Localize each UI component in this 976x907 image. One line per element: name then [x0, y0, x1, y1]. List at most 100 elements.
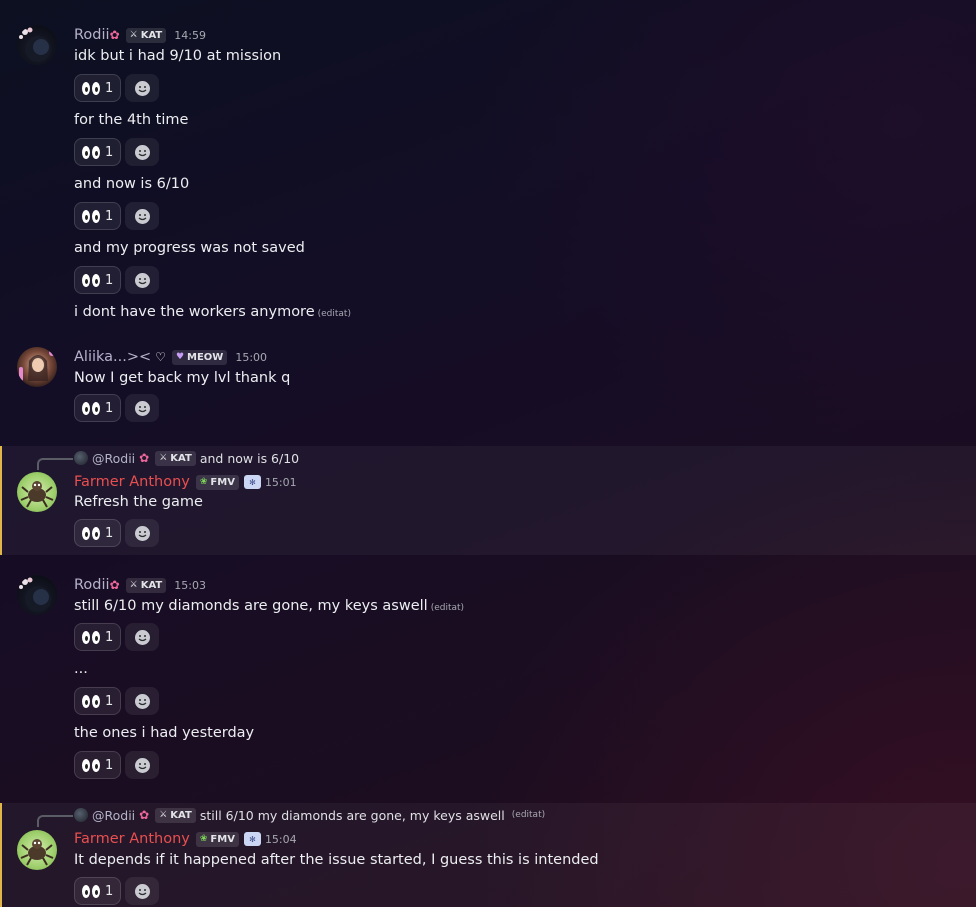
message-content: and now is 6/10 [74, 176, 190, 192]
message-text: and now is 6/10 [74, 176, 189, 192]
reaction-eyes[interactable]: 1 [74, 266, 122, 294]
message-header: Farmer Anthony ❀ FMV ✻ 15:01 [74, 472, 297, 492]
reaction-eyes[interactable]: 1 [74, 751, 122, 779]
reaction-eyes[interactable]: 1 [74, 877, 122, 905]
message-header: Aliika...>< ♡ ♥ MEOW 15:00 [74, 347, 267, 367]
add-reaction-icon [134, 144, 150, 160]
reaction-count: 1 [105, 80, 114, 96]
guild-tag: ⚔ KAT [155, 807, 196, 823]
message-text: ... [74, 661, 88, 677]
add-reaction-icon [134, 757, 150, 773]
add-reaction-icon [134, 208, 150, 224]
add-reaction-button[interactable] [125, 519, 160, 547]
reaction-eyes[interactable]: 1 [74, 74, 122, 102]
message-content: and my progress was not saved [74, 240, 305, 256]
message-text: still 6/10 my diamonds are gone, my keys… [74, 598, 464, 614]
guild-tag[interactable]: ⚔ KAT [125, 27, 167, 43]
message-header: Rodii ✿ ⚔ KAT 15:03 [74, 575, 206, 595]
username[interactable]: Aliika...>< [74, 349, 151, 365]
username[interactable]: Rodii [74, 27, 110, 43]
eyes-emoji-icon [82, 81, 100, 95]
eyes-emoji-icon [82, 145, 100, 159]
reaction-eyes[interactable]: 1 [74, 394, 122, 422]
reply-preview[interactable]: @Rodii ✿ ⚔ KAT and now is 6/10 [74, 449, 299, 467]
username[interactable]: Rodii [74, 577, 110, 593]
reaction-count: 1 [105, 272, 114, 288]
message-content: idk but i had 9/10 at mission [74, 48, 282, 64]
reaction-bar: 1 [74, 138, 160, 166]
eyes-emoji-icon [82, 526, 100, 540]
role-badge-icon: ✻ [243, 832, 261, 846]
reply-mention[interactable]: @Rodii [92, 808, 135, 823]
reply-avatar [74, 451, 88, 465]
message-group-highlighted: @Rodii ✿ ⚔ KAT still 6/10 my diamonds are… [0, 803, 976, 907]
username[interactable]: Farmer Anthony [74, 474, 190, 490]
reaction-count: 1 [105, 525, 114, 541]
edited-label: (editat) [511, 810, 546, 820]
eyes-emoji-icon [82, 630, 100, 644]
add-reaction-icon [134, 883, 150, 899]
leaf-icon: ❀ [199, 477, 208, 487]
flower-icon: ✿ [109, 28, 120, 42]
reaction-eyes[interactable]: 1 [74, 519, 122, 547]
timestamp[interactable]: 15:03 [174, 579, 206, 592]
reply-spine [37, 458, 73, 470]
add-reaction-icon [134, 629, 150, 645]
reaction-bar: 1 [74, 519, 160, 547]
add-reaction-button[interactable] [125, 623, 160, 651]
role-badge-icon: ✻ [243, 475, 261, 489]
sword-icon: ⚔ [129, 580, 138, 590]
reaction-count: 1 [105, 208, 114, 224]
reaction-bar: 1 [74, 394, 160, 422]
timestamp[interactable]: 15:01 [265, 476, 297, 489]
add-reaction-button[interactable] [125, 687, 160, 715]
timestamp[interactable]: 14:59 [174, 29, 206, 42]
reaction-eyes[interactable]: 1 [74, 202, 122, 230]
user-avatar[interactable] [17, 575, 57, 615]
edited-label: (editat) [430, 603, 465, 613]
add-reaction-button[interactable] [125, 74, 160, 102]
message-content: for the 4th time [74, 112, 189, 128]
message-header: Farmer Anthony ❀ FMV ✻ 15:04 [74, 829, 297, 849]
guild-tag[interactable]: ♥ MEOW [171, 349, 228, 365]
eyes-emoji-icon [82, 884, 100, 898]
reaction-bar: 1 [74, 751, 160, 779]
add-reaction-button[interactable] [125, 877, 160, 905]
message-content: Refresh the game [74, 494, 203, 510]
reply-mention[interactable]: @Rodii [92, 451, 135, 466]
add-reaction-button[interactable] [125, 266, 160, 294]
add-reaction-icon [134, 400, 150, 416]
eyes-emoji-icon [82, 273, 100, 287]
user-avatar[interactable] [17, 25, 57, 65]
user-avatar[interactable] [17, 347, 57, 387]
reaction-eyes[interactable]: 1 [74, 687, 122, 715]
username[interactable]: Farmer Anthony [74, 831, 190, 847]
guild-tag-label: FMV [210, 476, 235, 488]
reaction-bar: 1 [74, 74, 160, 102]
user-avatar[interactable] [17, 472, 57, 512]
add-reaction-button[interactable] [125, 138, 160, 166]
timestamp[interactable]: 15:04 [265, 833, 297, 846]
eyes-emoji-icon [82, 209, 100, 223]
guild-tag[interactable]: ⚔ KAT [125, 577, 167, 593]
message-content: It depends if it happened after the issu… [74, 852, 599, 868]
add-reaction-button[interactable] [125, 394, 160, 422]
guild-tag[interactable]: ❀ FMV [195, 831, 239, 847]
reaction-count: 1 [105, 693, 114, 709]
timestamp[interactable]: 15:00 [235, 351, 267, 364]
user-avatar[interactable] [17, 830, 57, 870]
message-header: Rodii ✿ ⚔ KAT 14:59 [74, 25, 206, 45]
add-reaction-button[interactable] [125, 202, 160, 230]
add-reaction-button[interactable] [125, 751, 160, 779]
message-content: still 6/10 my diamonds are gone, my keys… [74, 598, 428, 614]
message-content: ... [74, 661, 88, 677]
add-reaction-icon [134, 693, 150, 709]
message-text: and my progress was not saved [74, 240, 305, 256]
message-text: idk but i had 9/10 at mission [74, 48, 281, 64]
reaction-eyes[interactable]: 1 [74, 623, 122, 651]
reply-preview[interactable]: @Rodii ✿ ⚔ KAT still 6/10 my diamonds are… [74, 806, 545, 824]
sword-icon: ⚔ [129, 30, 138, 40]
guild-tag-label: KAT [140, 29, 163, 41]
guild-tag[interactable]: ❀ FMV [195, 474, 239, 490]
reaction-eyes[interactable]: 1 [74, 138, 122, 166]
